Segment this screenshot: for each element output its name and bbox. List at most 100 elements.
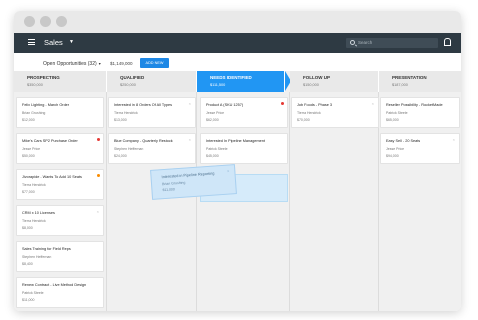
menu-icon[interactable] bbox=[28, 39, 35, 45]
add-new-button[interactable]: ADD NEW bbox=[140, 58, 169, 68]
stage-amount: $150,000 bbox=[303, 83, 319, 87]
card-title: Sales Training for Field Reps bbox=[22, 247, 71, 251]
dragging-card[interactable]: Interested in Pipeline Reporting Brian G… bbox=[150, 164, 237, 200]
card-contact: Brian Grushing bbox=[22, 111, 46, 115]
chevron-down-icon: ▼ bbox=[98, 62, 102, 66]
opportunities-label: Open Opportunities (32) bbox=[43, 61, 97, 67]
stage-name: FOLLOW UP bbox=[303, 75, 330, 80]
card-title: Product A (SKU 1257) bbox=[206, 103, 244, 107]
card-title: Renew Contract - Live Method Design bbox=[22, 283, 87, 287]
card-value: $50,000 bbox=[22, 154, 35, 158]
card-contact: Jesse Price bbox=[386, 147, 405, 151]
card-contact: Jesse Price bbox=[22, 147, 41, 151]
card-value: $70,000 bbox=[297, 118, 310, 122]
stage-header-presentation[interactable]: PRESENTATION $187,000 bbox=[379, 71, 461, 92]
card-value: $13,000 bbox=[114, 118, 127, 122]
card-title: CRM x 10 Licenses bbox=[22, 211, 55, 215]
card-title: Interested in 8 Orders Of All Types bbox=[114, 103, 172, 107]
opportunity-card[interactable]: Reseller Possibility - RocketMade Patric… bbox=[380, 97, 460, 128]
card-value: $8,000 bbox=[22, 226, 33, 230]
card-title: Interested in Pipeline Reporting bbox=[161, 171, 215, 180]
card-contact: Tierra Hendrick bbox=[22, 183, 46, 187]
card-value: $65,000 bbox=[386, 118, 399, 122]
card-value: $62,000 bbox=[206, 118, 219, 122]
app-header: Sales ▼ Search bbox=[14, 33, 461, 53]
stage-amount: $187,000 bbox=[392, 83, 408, 87]
stage-header-qualified[interactable]: QUALIFIED $250,000 bbox=[107, 71, 197, 92]
card-contact: Patrick Steele bbox=[386, 111, 408, 115]
column-follow-up: Job Foods - Phase 3 Tierra Hendrick $70,… bbox=[290, 92, 379, 311]
bell-icon[interactable] bbox=[443, 38, 451, 46]
card-contact: Patrick Steele bbox=[22, 291, 44, 295]
card-value: $94,000 bbox=[386, 154, 399, 158]
window-minimize-dot[interactable] bbox=[40, 16, 51, 27]
card-value: $12,000 bbox=[22, 118, 35, 122]
card-value: $45,000 bbox=[206, 154, 219, 158]
stage-amount: $250,000 bbox=[120, 83, 136, 87]
app-title[interactable]: Sales bbox=[44, 38, 63, 47]
close-icon[interactable]: × bbox=[189, 137, 191, 142]
card-value: $11,000 bbox=[162, 187, 176, 193]
column-qualified: Interested in 8 Orders Of All Types Tier… bbox=[107, 92, 197, 311]
opportunity-card[interactable]: Sales Training for Field Reps Stephen He… bbox=[16, 241, 104, 272]
close-icon[interactable]: × bbox=[189, 101, 191, 106]
opportunity-card[interactable]: Interested In Pipeline Management Patric… bbox=[200, 133, 288, 164]
app-window: Sales ▼ Search Open Opportunities (32) ▼… bbox=[14, 11, 461, 311]
stage-name: NEEDS IDENTIFIED bbox=[210, 75, 252, 80]
close-icon[interactable]: × bbox=[97, 209, 99, 214]
priority-flag-icon bbox=[97, 174, 100, 177]
opportunity-card[interactable]: Interested in 8 Orders Of All Types Tier… bbox=[108, 97, 196, 128]
card-contact: Patrick Steele bbox=[206, 147, 228, 151]
priority-flag-icon bbox=[97, 138, 100, 141]
card-value: $77,000 bbox=[22, 190, 35, 194]
opportunity-card[interactable]: Renew Contract - Live Method Design Patr… bbox=[16, 277, 104, 308]
close-icon[interactable]: × bbox=[453, 137, 455, 142]
search-placeholder: Search bbox=[358, 40, 373, 45]
card-title: Blue Company - Quarterly Restock bbox=[114, 139, 173, 143]
opportunity-card[interactable]: Felix Lighting - March Order Brian Grush… bbox=[16, 97, 104, 128]
card-value: $11,000 bbox=[22, 298, 35, 302]
opportunity-card[interactable]: Mike's Cars SP2 Purchase Order Jesse Pri… bbox=[16, 133, 104, 164]
close-icon[interactable]: × bbox=[227, 168, 230, 173]
column-prospecting: Felix Lighting - March Order Brian Grush… bbox=[14, 92, 107, 311]
opportunities-dropdown[interactable]: Open Opportunities (32) ▼ bbox=[43, 61, 102, 67]
card-title: Felix Lighting - March Order bbox=[22, 103, 70, 107]
opportunity-card[interactable]: Product A (SKU 1257) Jesse Price $62,000 bbox=[200, 97, 288, 128]
card-value: $24,000 bbox=[114, 154, 127, 158]
stage-amount: $111,500 bbox=[210, 83, 226, 87]
card-contact: Stephen Heffernan bbox=[114, 147, 144, 151]
search-input[interactable]: Search bbox=[346, 38, 438, 48]
priority-flag-icon bbox=[281, 102, 284, 105]
card-contact: Tierra Hendrick bbox=[297, 111, 321, 115]
opportunity-card[interactable]: Job Foods - Phase 3 Tierra Hendrick $70,… bbox=[291, 97, 379, 128]
card-contact: Tierra Hendrick bbox=[22, 219, 46, 223]
stage-header-prospecting[interactable]: PROSPECTING $350,000 bbox=[14, 71, 107, 92]
card-title: Mike's Cars SP2 Purchase Order bbox=[22, 139, 78, 143]
opportunity-card[interactable]: CRM x 10 Licenses Tierra Hendrick $8,000… bbox=[16, 205, 104, 236]
stage-name: QUALIFIED bbox=[120, 75, 145, 80]
close-icon[interactable]: × bbox=[372, 101, 374, 106]
stage-name: PROSPECTING bbox=[27, 75, 60, 80]
window-chrome bbox=[14, 11, 461, 33]
card-contact: Brian Grushing bbox=[161, 180, 186, 187]
chevron-down-icon[interactable]: ▼ bbox=[69, 39, 74, 45]
window-maximize-dot[interactable] bbox=[56, 16, 67, 27]
card-contact: Jesse Price bbox=[206, 111, 225, 115]
card-contact: Tierra Hendrick bbox=[114, 111, 138, 115]
opportunity-card[interactable]: Easy Sell - 20 Seats Jesse Price $94,000… bbox=[380, 133, 460, 164]
pipeline-total: $1,149,000 bbox=[110, 61, 133, 66]
stage-header-follow-up[interactable]: FOLLOW UP $150,000 bbox=[290, 71, 379, 92]
card-title: Easy Sell - 20 Seats bbox=[386, 139, 421, 143]
card-title: Jivorapide - Wants To Add 10 Seats bbox=[22, 175, 82, 179]
window-close-dot[interactable] bbox=[24, 16, 35, 27]
stage-amount: $350,000 bbox=[27, 83, 43, 87]
card-title: Job Foods - Phase 3 bbox=[297, 103, 333, 107]
column-presentation: Reseller Possibility - RocketMade Patric… bbox=[379, 92, 461, 311]
card-title: Reseller Possibility - RocketMade bbox=[386, 103, 443, 107]
card-contact: Stephen Heffernan bbox=[22, 255, 52, 259]
card-title: Interested In Pipeline Management bbox=[206, 139, 265, 143]
opportunity-card[interactable]: Blue Company - Quarterly Restock Stephen… bbox=[108, 133, 196, 164]
stage-name: PRESENTATION bbox=[392, 75, 427, 80]
stage-header-needs-identified[interactable]: NEEDS IDENTIFIED $111,500 bbox=[197, 71, 285, 92]
opportunity-card[interactable]: Jivorapide - Wants To Add 10 Seats Tierr… bbox=[16, 169, 104, 200]
